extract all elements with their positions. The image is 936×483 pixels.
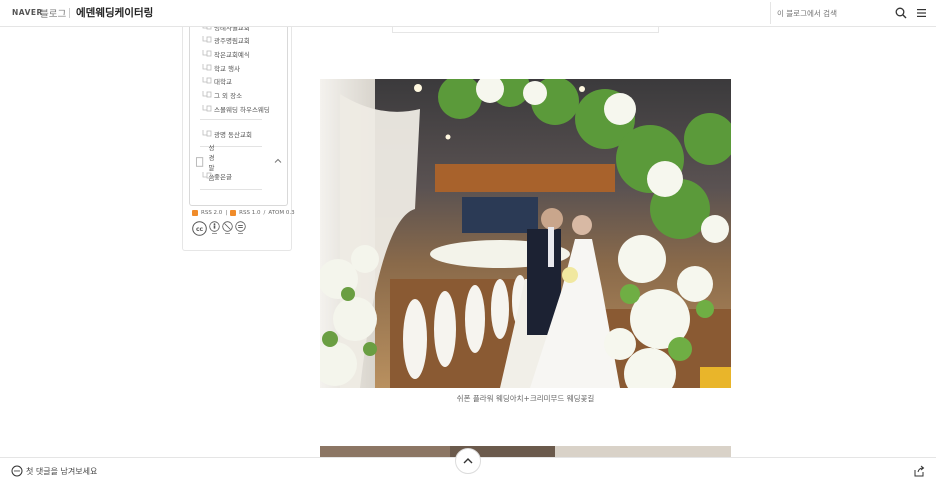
cc-license-icon: cc [192, 221, 207, 236]
category-label: 학교 행사 [214, 65, 240, 73]
category-page-icon [195, 157, 204, 167]
category-item[interactable]: 좋은글 [202, 170, 232, 182]
category-item[interactable]: 대학교 [202, 75, 232, 87]
search-box [770, 2, 910, 24]
blog-title[interactable]: 에덴웨딩케이터링 [76, 5, 153, 20]
rss-divider: | [225, 209, 228, 216]
category-label: 스몰웨딩 하우스웨딩 [214, 106, 270, 114]
chevron-up-icon [463, 458, 473, 464]
attribution-icon [209, 221, 220, 234]
subcategory-icon [202, 130, 212, 137]
naver-logo[interactable]: NAVER [12, 8, 43, 17]
category-group[interactable]: 성경말씀 [194, 144, 220, 182]
comment-prompt[interactable]: 첫 댓글을 남겨보세요 [26, 466, 97, 477]
no-derivatives-icon [235, 221, 246, 234]
subcategory-icon [202, 64, 212, 71]
wedding-photo[interactable] [320, 79, 731, 388]
rss2-link[interactable]: RSS 2.0 [201, 210, 222, 216]
subcategory-icon [202, 105, 212, 112]
previous-content-box [392, 27, 659, 33]
category-item[interactable]: 학교 행사 [202, 62, 240, 74]
category-label: 광명 동산교회 [214, 131, 252, 139]
search-icon[interactable] [895, 7, 907, 19]
subcategory-icon [202, 91, 212, 98]
subcategory-icon [202, 36, 212, 43]
search-input[interactable] [777, 6, 887, 20]
header-divider [69, 8, 70, 18]
rss-divider: / [263, 209, 266, 216]
cc-license[interactable]: cc [192, 221, 246, 236]
category-item[interactable]: 광주명림교회 [202, 34, 250, 46]
category-item[interactable]: 스몰웨딩 하우스웨딩 [202, 103, 270, 115]
atom-link[interactable]: ATOM 0.3 [268, 210, 294, 216]
svg-text:cc: cc [196, 226, 204, 233]
category-label: 대학교 [214, 78, 232, 86]
category-list: 명례사월교회 광주명림교회 작은교회예식 학교 행사 대학교 그 외 장소 스몰… [189, 23, 288, 206]
rss1-link[interactable]: RSS 1.0 [239, 210, 260, 216]
category-label: 광주명림교회 [214, 37, 250, 45]
category-label: 좋은글 [214, 173, 232, 181]
category-label: 그 외 장소 [214, 92, 243, 100]
chevron-up-icon[interactable] [274, 158, 282, 164]
category-item[interactable]: 광명 동산교회 [202, 128, 252, 140]
subcategory-icon [202, 172, 212, 179]
share-icon[interactable] [913, 465, 925, 477]
sidebar-panel: 명례사월교회 광주명림교회 작은교회예식 학교 행사 대학교 그 외 장소 스몰… [182, 23, 295, 251]
top-navigation-bar: NAVER 블로그 에덴웨딩케이터링 [0, 0, 936, 27]
category-divider [200, 119, 262, 120]
subcategory-icon [202, 50, 212, 57]
subcategory-icon [202, 77, 212, 84]
rss-links: RSS 2.0 | RSS 1.0 / ATOM 0.3 [192, 208, 295, 217]
category-item[interactable]: 그 외 장소 [202, 89, 242, 101]
comment-icon[interactable] [11, 465, 23, 477]
rss-icon [192, 209, 198, 216]
blog-home-link[interactable]: 블로그 [40, 6, 66, 20]
category-divider [200, 189, 262, 190]
photo-caption: 쉬폰 플라워 웨딩아치+크리미무드 웨딩꽃길 [456, 394, 595, 403]
menu-icon[interactable] [916, 8, 927, 18]
scroll-top-button[interactable] [455, 448, 481, 474]
category-label: 작은교회예식 [214, 51, 250, 59]
noncommercial-icon [222, 221, 233, 234]
rss-icon [230, 209, 237, 216]
category-item[interactable]: 작은교회예식 [202, 48, 250, 60]
